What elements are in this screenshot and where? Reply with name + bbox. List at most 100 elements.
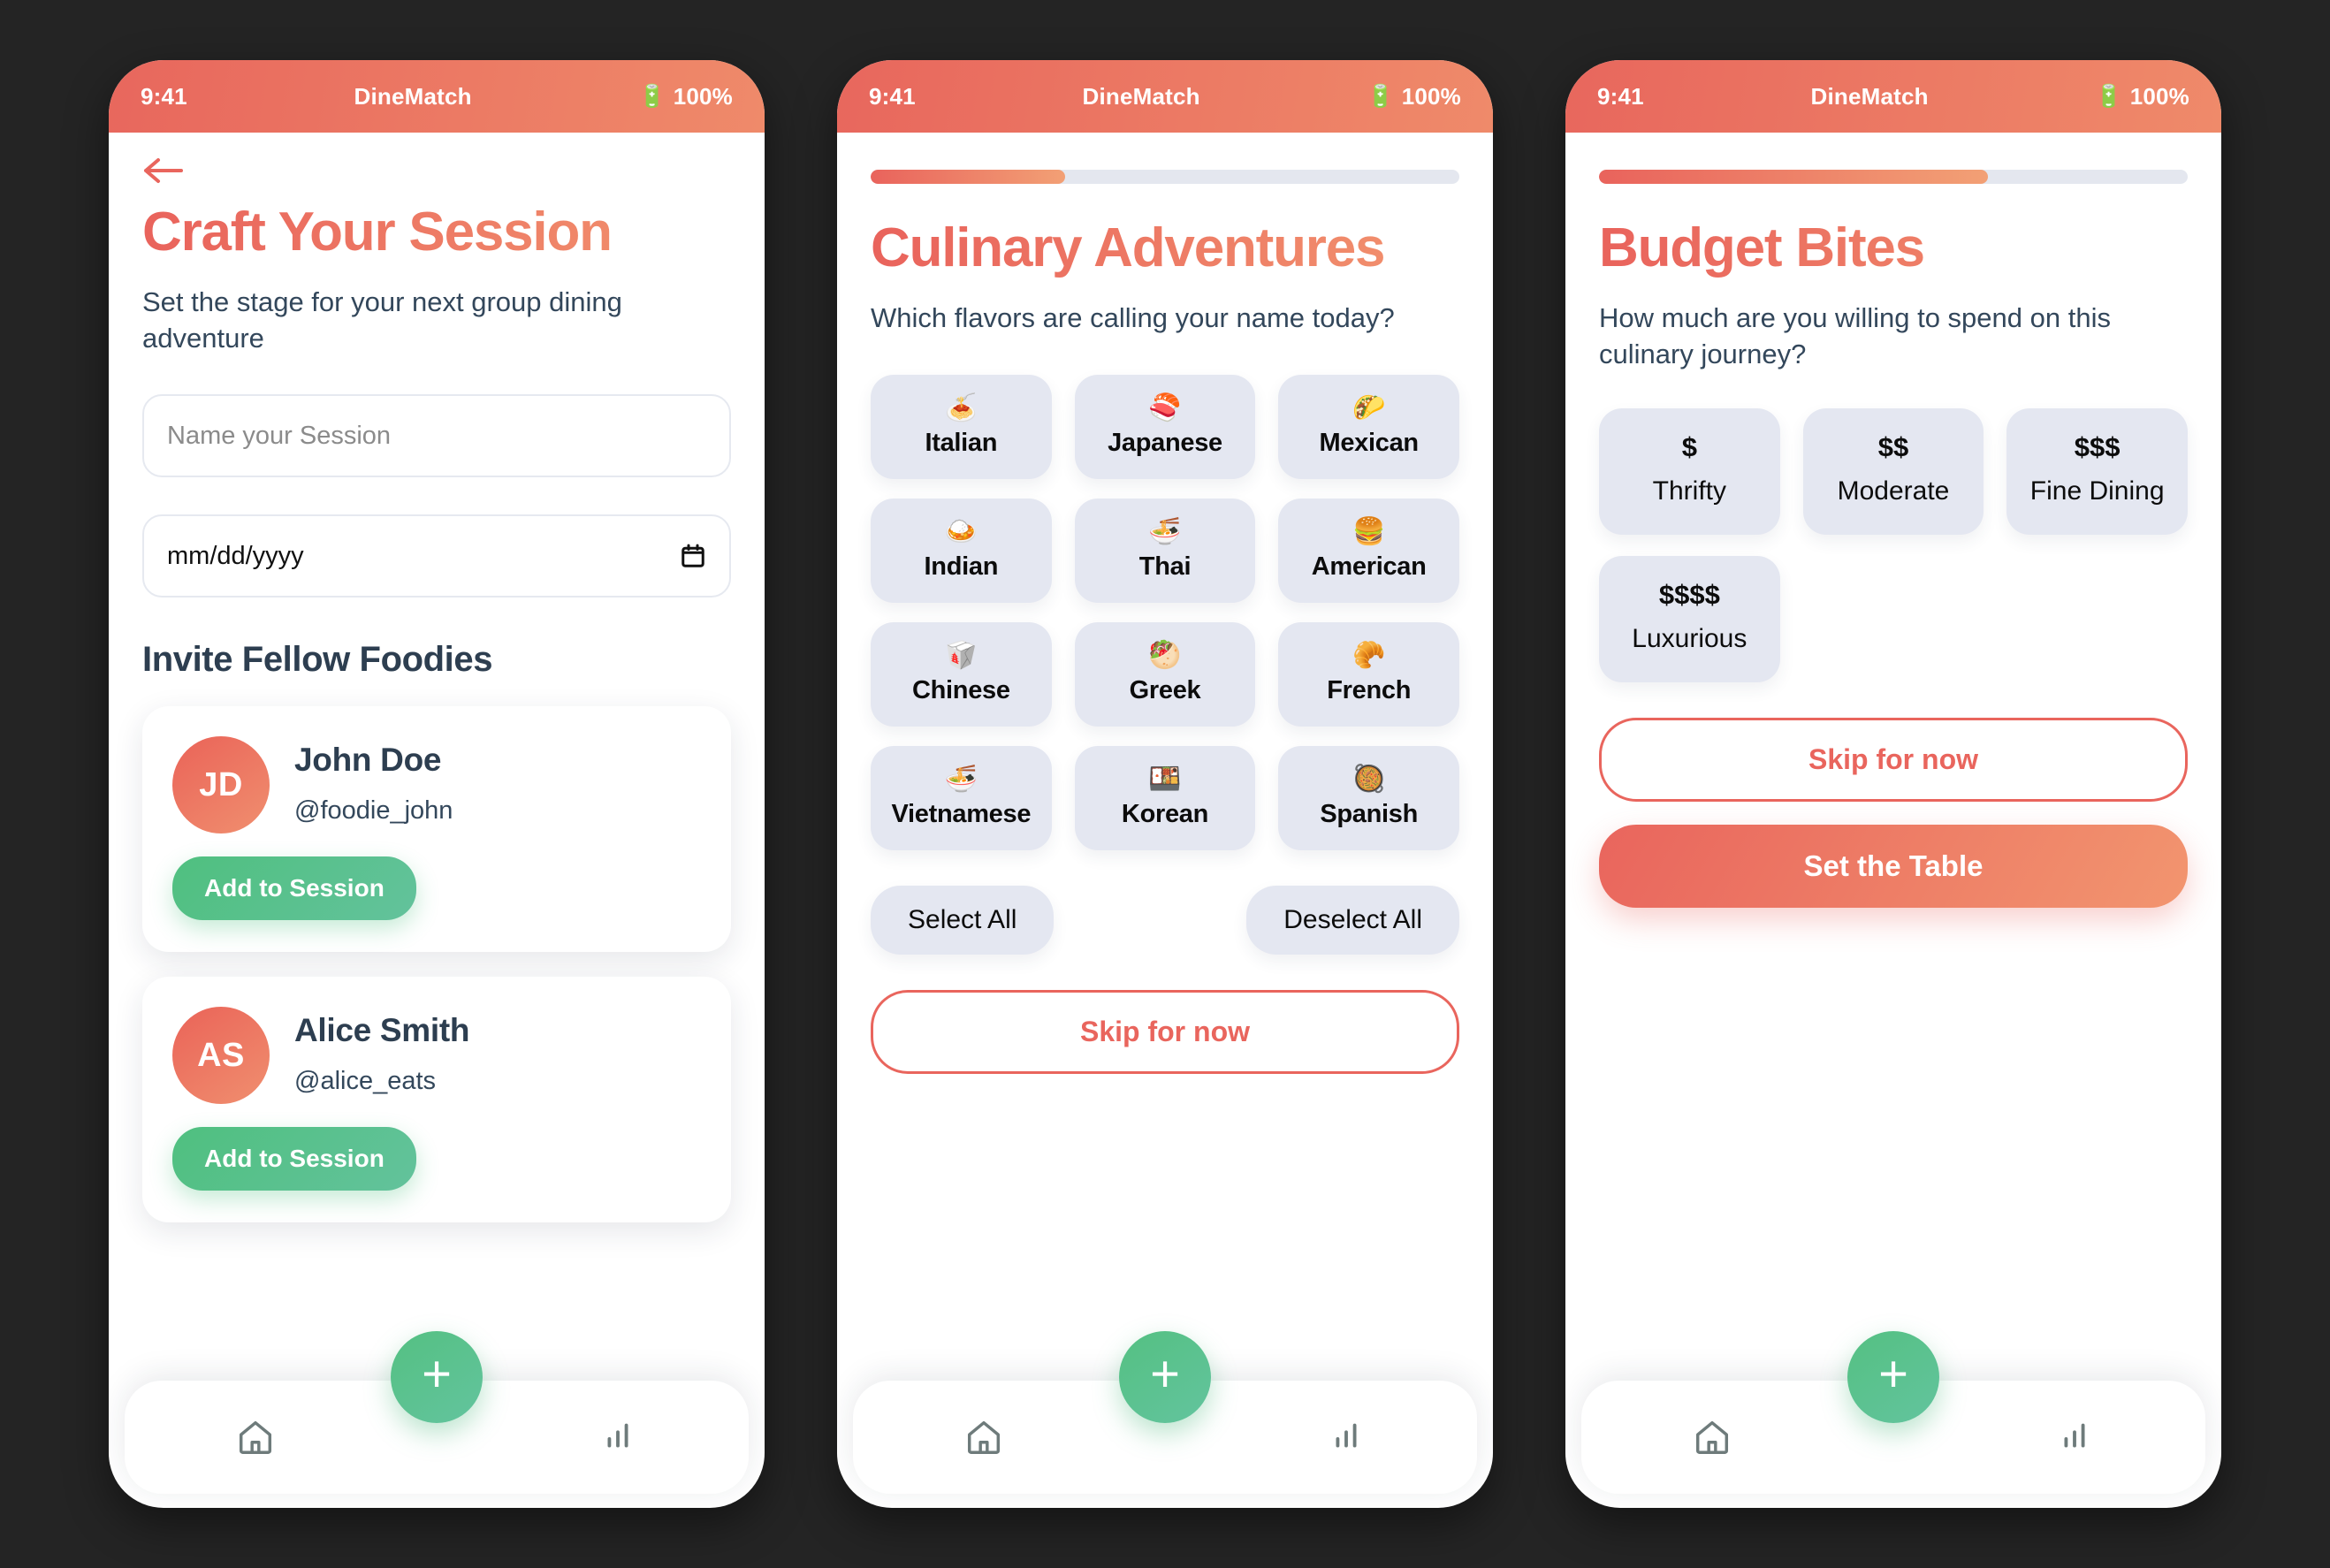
bar-chart-icon[interactable] xyxy=(2054,1417,2095,1458)
status-time: 9:41 xyxy=(869,82,916,110)
friend-card: AS Alice Smith @alice_eats Add to Sessio… xyxy=(142,977,731,1223)
friend-name: Alice Smith xyxy=(294,1012,470,1049)
page-subtitle: Set the stage for your next group dining… xyxy=(142,285,622,354)
budget-tile-moderate[interactable]: $$ Moderate xyxy=(1802,408,1984,536)
cuisine-tile-chinese[interactable]: 🥡 Chinese xyxy=(871,622,1052,727)
skip-for-now-button[interactable]: Skip for now xyxy=(871,990,1459,1075)
select-all-button[interactable]: Select All xyxy=(871,886,1055,955)
cuisine-tile-french[interactable]: 🥐 French xyxy=(1278,622,1459,727)
deselect-all-button[interactable]: Deselect All xyxy=(1246,886,1459,955)
set-the-table-button[interactable]: Set the Table xyxy=(1599,825,2188,909)
budget-tile-thrifty[interactable]: $ Thrifty xyxy=(1599,408,1780,536)
cuisine-label: Korean xyxy=(1121,799,1209,828)
app-title: DineMatch xyxy=(354,82,472,110)
progress-bar xyxy=(871,170,1459,184)
friend-name: John Doe xyxy=(294,742,442,779)
home-icon[interactable] xyxy=(235,1417,276,1458)
cuisine-label: Thai xyxy=(1138,552,1192,581)
cuisine-tile-thai[interactable]: 🍜 Thai xyxy=(1074,499,1256,604)
add-to-session-button[interactable]: Add to Session xyxy=(172,1127,416,1191)
cuisine-tile-indian[interactable]: 🍛 Indian xyxy=(871,499,1052,604)
budget-symbol: $$ xyxy=(1877,431,1909,463)
budget-grid: $ Thrifty $$ Moderate $$$ Fine Dining $$… xyxy=(1599,408,2188,683)
phone-mockup-stage: 9:41 DineMatch 🔋 100% Craft Your Session… xyxy=(0,0,2330,1568)
cuisine-tile-japanese[interactable]: 🍣 Japanese xyxy=(1074,375,1256,480)
cuisine-tile-spanish[interactable]: 🥘 Spanish xyxy=(1278,746,1459,851)
cuisine-tile-mexican[interactable]: 🌮 Mexican xyxy=(1278,375,1459,480)
selection-controls: Select All Deselect All xyxy=(871,886,1459,955)
calendar-icon[interactable] xyxy=(680,543,706,569)
budget-tile-luxurious[interactable]: $$$$ Luxurious xyxy=(1599,556,1780,683)
shallow-pan-icon: 🥘 xyxy=(1352,764,1386,794)
noodle-bowl-icon: 🍜 xyxy=(1148,516,1182,546)
cuisine-label: Spanish xyxy=(1320,799,1419,828)
cuisine-label: Vietnamese xyxy=(891,799,1032,828)
croissant-icon: 🥐 xyxy=(1352,640,1386,670)
battery-icon: 🔋 xyxy=(1367,83,1395,109)
budget-label: Fine Dining xyxy=(2029,476,2165,506)
cuisine-label: American xyxy=(1311,552,1427,581)
battery-percent: 100% xyxy=(1401,82,1461,110)
battery-icon: 🔋 xyxy=(2095,83,2123,109)
cuisine-label: Italian xyxy=(925,428,998,457)
friend-card: JD John Doe @foodie_john Add to Session xyxy=(142,706,731,953)
budget-label: Thrifty xyxy=(1652,476,1726,506)
add-to-session-button[interactable]: Add to Session xyxy=(172,856,416,921)
skip-for-now-button[interactable]: Skip for now xyxy=(1599,718,2188,803)
budget-symbol: $$$$ xyxy=(1658,579,1720,611)
screen-craft-session: Craft Your Session Set the stage for you… xyxy=(109,133,765,1508)
spaghetti-icon: 🍝 xyxy=(944,392,978,422)
budget-symbol: $$$ xyxy=(2074,431,2121,463)
home-icon[interactable] xyxy=(963,1417,1004,1458)
budget-label: Moderate xyxy=(1837,476,1950,506)
phone-culinary-adventures: 9:41 DineMatch 🔋 100% Culinary Adventure… xyxy=(837,60,1493,1508)
screen-culinary-adventures: Culinary Adventures Which flavors are ca… xyxy=(837,133,1493,1508)
noodle-bowl-icon: 🍜 xyxy=(944,764,978,794)
cuisine-label: Greek xyxy=(1129,675,1201,704)
status-time: 9:41 xyxy=(1597,82,1644,110)
status-bar: 9:41 DineMatch 🔋 100% xyxy=(837,60,1493,133)
page-title: Budget Bites xyxy=(1599,218,2188,278)
page-subtitle: How much are you willing to spend on thi… xyxy=(1599,301,2111,370)
invite-section-heading: Invite Fellow Foodies xyxy=(142,640,493,680)
add-fab-button[interactable]: + xyxy=(1119,1331,1211,1423)
progress-bar-fill xyxy=(871,170,1065,184)
budget-tile-fine-dining[interactable]: $$$ Fine Dining xyxy=(2006,408,2188,536)
page-title: Craft Your Session xyxy=(142,202,731,263)
status-bar: 9:41 DineMatch 🔋 100% xyxy=(1565,60,2221,133)
cuisine-grid: 🍝 Italian 🍣 Japanese 🌮 Mexican 🍛 Indian … xyxy=(871,375,1459,851)
progress-bar-fill xyxy=(1599,170,1988,184)
bento-box-icon: 🍱 xyxy=(1148,764,1182,794)
cuisine-label: French xyxy=(1327,675,1412,704)
phone-craft-session: 9:41 DineMatch 🔋 100% Craft Your Session… xyxy=(109,60,765,1508)
cuisine-tile-american[interactable]: 🍔 American xyxy=(1278,499,1459,604)
cuisine-tile-greek[interactable]: 🥙 Greek xyxy=(1074,622,1256,727)
cuisine-tile-vietnamese[interactable]: 🍜 Vietnamese xyxy=(871,746,1052,851)
cuisine-tile-korean[interactable]: 🍱 Korean xyxy=(1074,746,1256,851)
status-bar: 9:41 DineMatch 🔋 100% xyxy=(109,60,765,133)
add-fab-button[interactable]: + xyxy=(1847,1331,1939,1423)
cuisine-label: Japanese xyxy=(1108,428,1222,457)
bar-chart-icon[interactable] xyxy=(1326,1417,1367,1458)
app-title: DineMatch xyxy=(1082,82,1200,110)
page-subtitle: Which flavors are calling your name toda… xyxy=(871,301,1395,333)
status-battery: 🔋 100% xyxy=(1367,83,1461,110)
sushi-icon: 🍣 xyxy=(1148,392,1182,422)
home-icon[interactable] xyxy=(1692,1417,1732,1458)
add-fab-button[interactable]: + xyxy=(391,1331,483,1423)
page-title: Culinary Adventures xyxy=(871,218,1459,278)
back-button[interactable] xyxy=(142,133,731,198)
progress-bar xyxy=(1599,170,2188,184)
avatar: AS xyxy=(172,1007,270,1105)
stuffed-flatbread-icon: 🥙 xyxy=(1148,640,1182,670)
session-name-placeholder: Name your Session xyxy=(167,421,392,450)
app-title: DineMatch xyxy=(1810,82,1929,110)
friend-handle: @foodie_john xyxy=(294,796,453,826)
bar-chart-icon[interactable] xyxy=(598,1417,638,1458)
cuisine-label: Indian xyxy=(924,552,999,581)
battery-percent: 100% xyxy=(2129,82,2189,110)
phone-budget-bites: 9:41 DineMatch 🔋 100% Budget Bites How m… xyxy=(1565,60,2221,1508)
cuisine-tile-italian[interactable]: 🍝 Italian xyxy=(871,375,1052,480)
session-name-input[interactable]: Name your Session xyxy=(142,394,731,478)
session-date-input[interactable]: mm/dd/yyyy xyxy=(142,514,731,598)
